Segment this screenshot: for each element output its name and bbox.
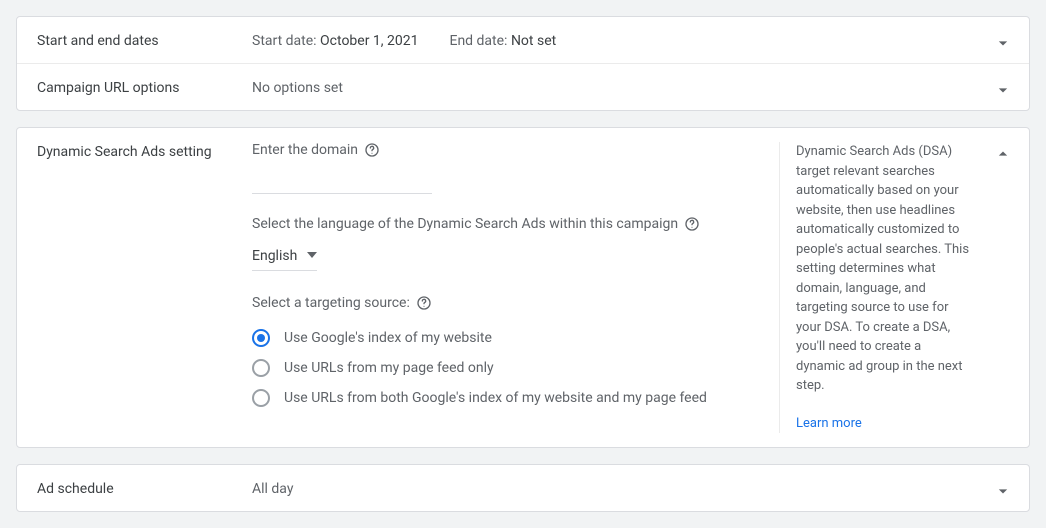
row-content-ad-schedule: All day <box>252 479 1009 497</box>
targeting-label-text: Select a targeting source: <box>252 295 410 311</box>
row-dsa: Dynamic Search Ads setting Enter the dom… <box>17 128 1029 447</box>
learn-more-link[interactable]: Learn more <box>796 414 862 434</box>
settings-card-basic: Start and end dates Start date: October … <box>16 16 1030 111</box>
row-content-url-options: No options set <box>252 78 1009 96</box>
row-title-dsa: Dynamic Search Ads setting <box>37 142 252 433</box>
language-field-label: Select the language of the Dynamic Searc… <box>252 216 755 232</box>
targeting-option-label: Use Google's index of my website <box>284 330 492 346</box>
language-value: English <box>252 248 297 264</box>
targeting-option-2[interactable]: Use URLs from both Google's index of my … <box>252 383 755 413</box>
dsa-main: Enter the domain Select the language of … <box>252 142 779 433</box>
targeting-option-1[interactable]: Use URLs from my page feed only <box>252 353 755 383</box>
language-label-text: Select the language of the Dynamic Searc… <box>252 216 678 232</box>
row-content-dates: Start date: October 1, 2021 End date: No… <box>252 31 1009 49</box>
targeting-radio-group: Use Google's index of my website Use URL… <box>252 323 755 413</box>
row-dates[interactable]: Start and end dates Start date: October … <box>17 17 1029 63</box>
help-icon[interactable] <box>416 295 432 311</box>
chevron-down-icon <box>993 80 1013 100</box>
expand-dates-button[interactable] <box>993 33 1013 53</box>
dsa-help-panel: Dynamic Search Ads (DSA) target relevant… <box>779 142 1009 433</box>
dropdown-arrow-icon <box>307 248 317 264</box>
expand-ad-schedule-button[interactable] <box>993 481 1013 501</box>
settings-card-dsa: Dynamic Search Ads setting Enter the dom… <box>16 127 1030 448</box>
domain-input[interactable] <box>252 166 432 194</box>
expand-url-options-button[interactable] <box>993 80 1013 100</box>
chevron-down-icon <box>993 33 1013 53</box>
row-title-ad-schedule: Ad schedule <box>37 479 252 497</box>
start-date-label: Start date: <box>252 33 317 49</box>
row-title-dates: Start and end dates <box>37 31 252 49</box>
start-date-value: October 1, 2021 <box>320 33 418 49</box>
targeting-field-label: Select a targeting source: <box>252 295 755 311</box>
chevron-up-icon <box>993 144 1013 164</box>
targeting-option-0[interactable]: Use Google's index of my website <box>252 323 755 353</box>
row-ad-schedule[interactable]: Ad schedule All day <box>17 465 1029 511</box>
targeting-option-label: Use URLs from my page feed only <box>284 360 494 376</box>
radio-icon <box>252 359 270 377</box>
settings-card-adschedule: Ad schedule All day <box>16 464 1030 512</box>
help-icon[interactable] <box>364 142 380 158</box>
domain-label-text: Enter the domain <box>252 142 358 158</box>
row-url-options[interactable]: Campaign URL options No options set <box>17 63 1029 110</box>
dsa-help-text: Dynamic Search Ads (DSA) target relevant… <box>796 142 973 396</box>
help-icon[interactable] <box>684 216 700 232</box>
end-date-value: Not set <box>511 33 556 49</box>
chevron-down-icon <box>993 481 1013 501</box>
targeting-option-label: Use URLs from both Google's index of my … <box>284 390 707 406</box>
radio-icon <box>252 389 270 407</box>
language-select[interactable]: English <box>252 242 317 271</box>
row-title-url-options: Campaign URL options <box>37 78 252 96</box>
domain-field-label: Enter the domain <box>252 142 755 158</box>
radio-icon <box>252 329 270 347</box>
end-date-label: End date: <box>449 33 507 49</box>
collapse-dsa-button[interactable] <box>993 144 1013 164</box>
